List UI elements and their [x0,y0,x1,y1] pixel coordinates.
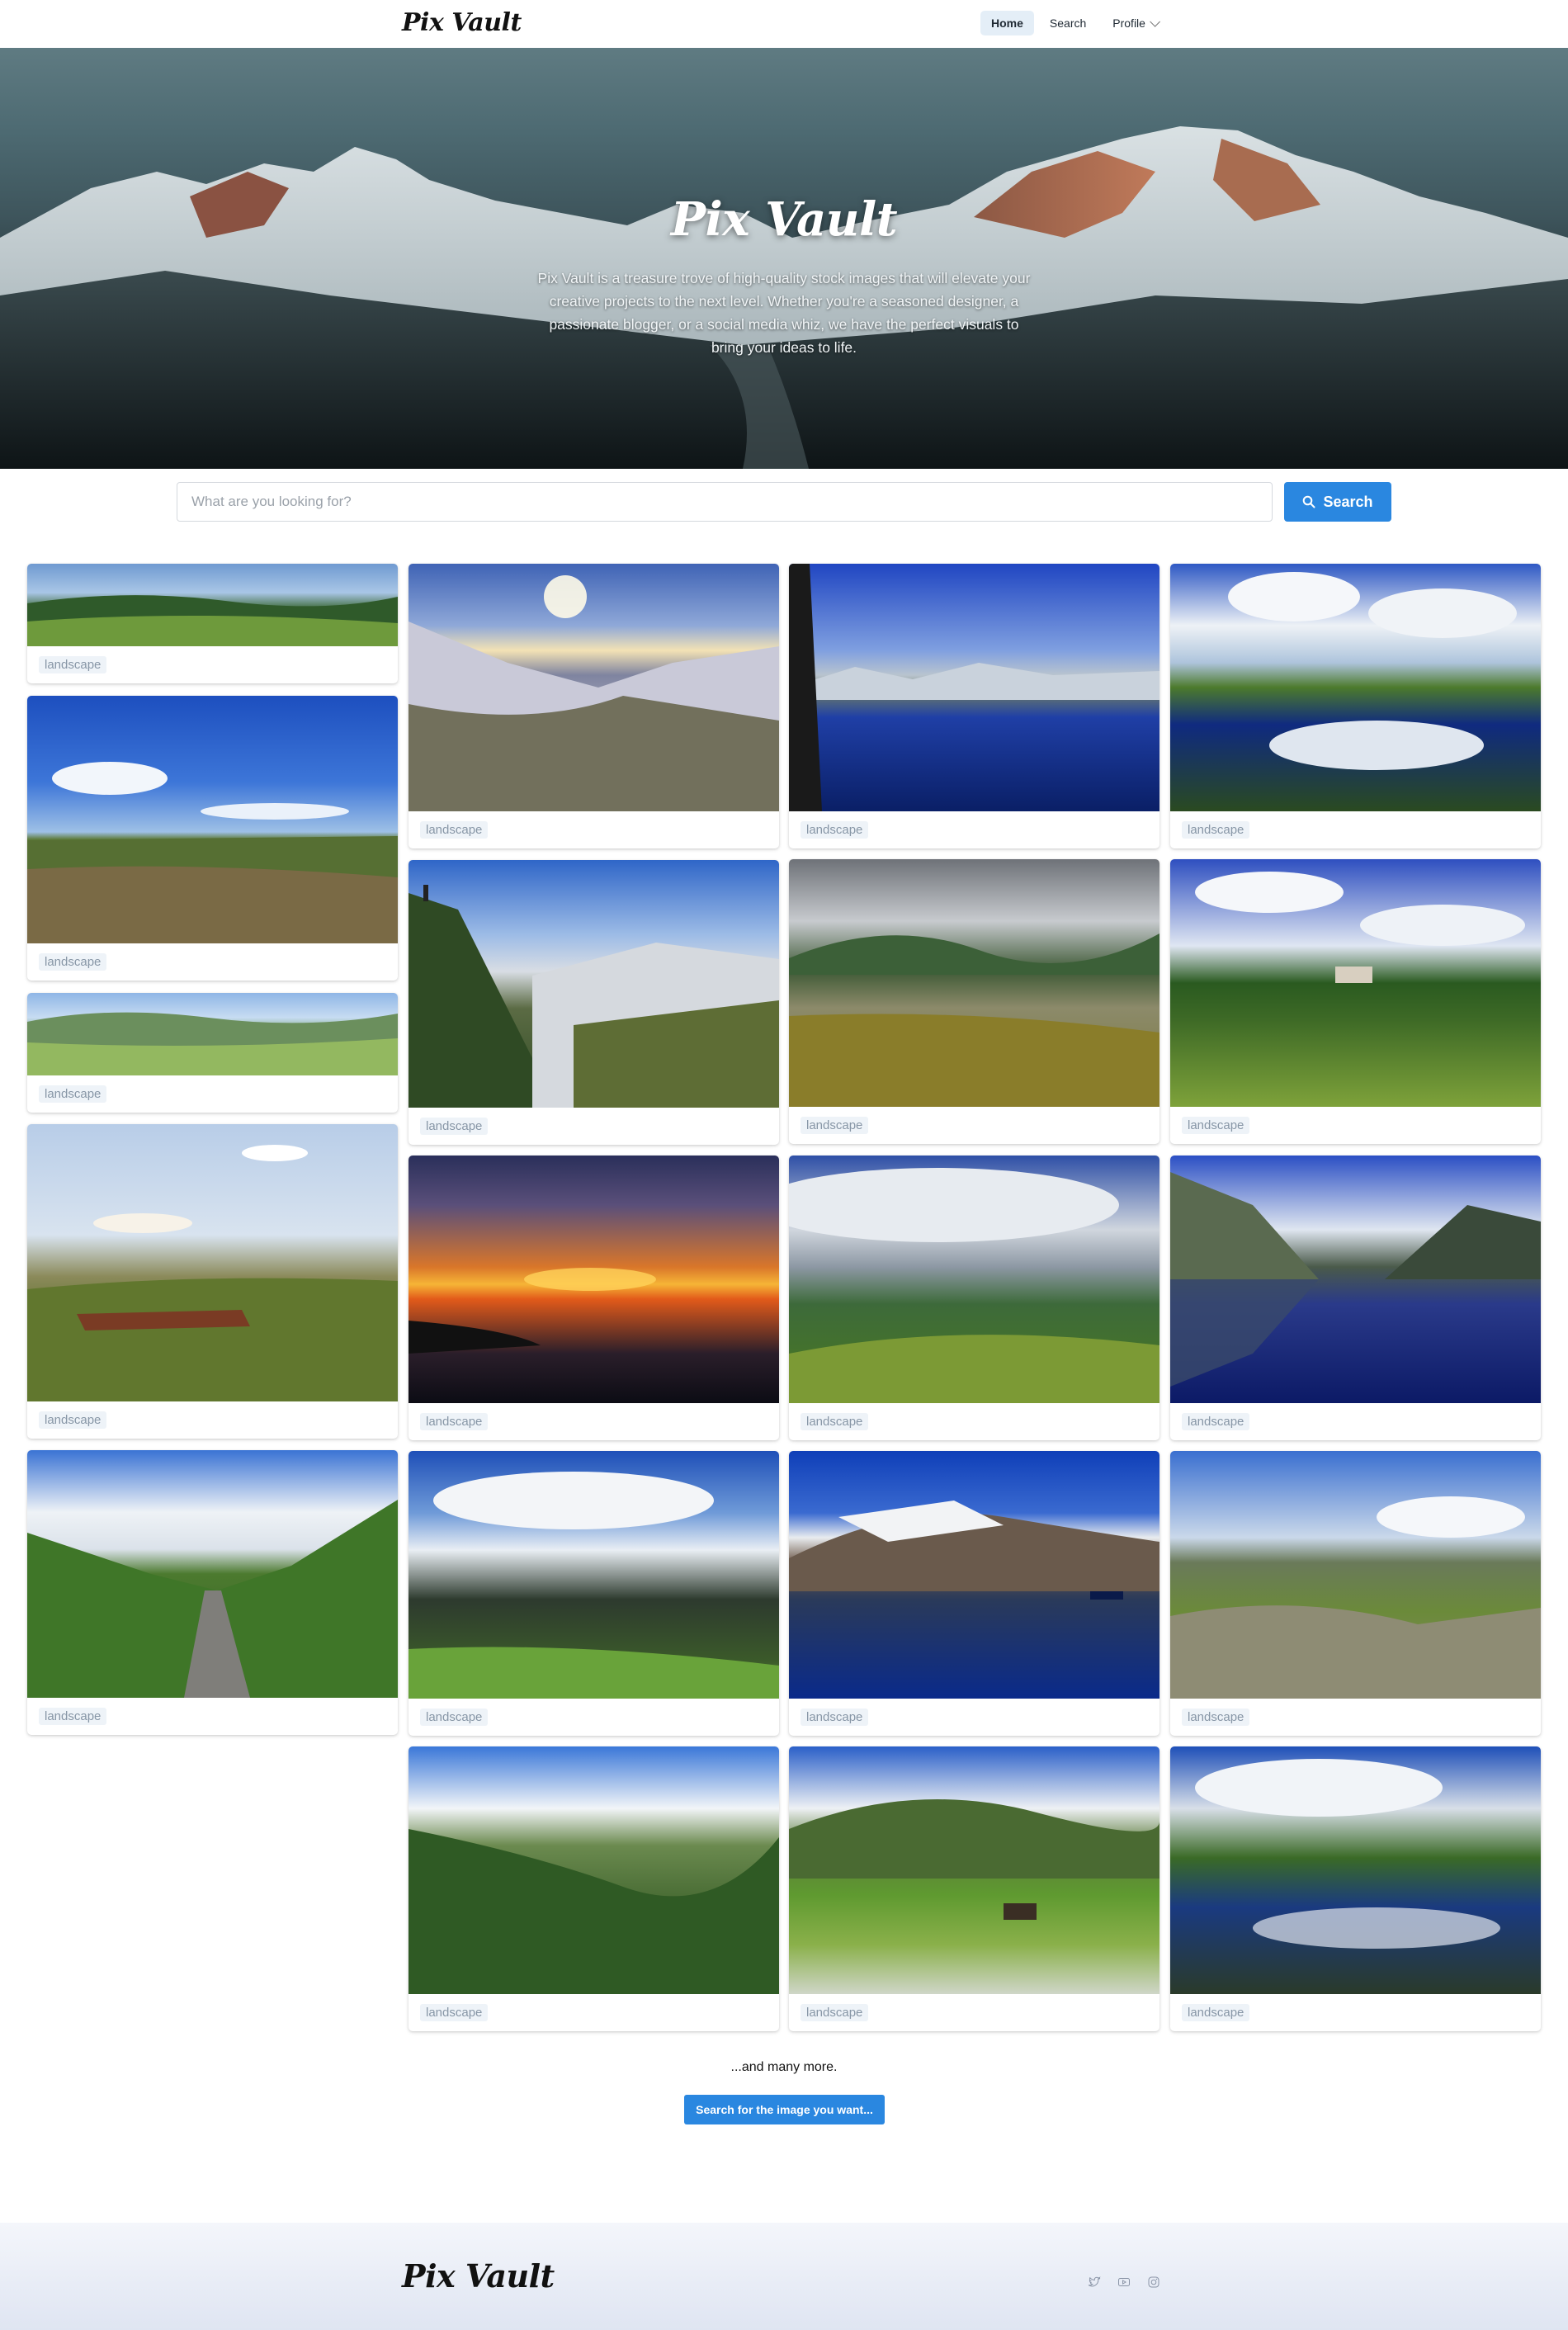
image-thumbnail[interactable] [789,1451,1159,1699]
image-thumbnail[interactable] [409,1451,779,1699]
top-navbar: Pix Vault Home Search Profile [0,0,1568,49]
tag-badge[interactable]: landscape [1182,1117,1250,1134]
tag-badge[interactable]: landscape [39,1411,107,1429]
image-thumbnail[interactable] [27,564,398,646]
image-card[interactable]: landscape [1170,564,1541,848]
tag-badge[interactable]: landscape [801,2004,869,2021]
tag-badge[interactable]: landscape [420,1413,489,1430]
image-card[interactable]: landscape [27,1124,398,1439]
image-card[interactable]: landscape [27,696,398,981]
image-card[interactable]: landscape [789,564,1159,848]
tag-badge[interactable]: landscape [39,1085,107,1103]
hero-description: Pix Vault is a treasure trove of high-qu… [537,270,1031,356]
social-links [1088,2276,1160,2289]
image-thumbnail[interactable] [789,564,1159,811]
image-card[interactable]: landscape [1170,1746,1541,2031]
image-thumbnail[interactable] [409,860,779,1108]
tag-badge[interactable]: landscape [1182,821,1250,839]
footer: Pix Vault [0,2223,1568,2330]
image-card[interactable]: landscape [409,860,779,1145]
image-thumbnail[interactable] [27,1124,398,1401]
nav-profile[interactable]: Profile [1102,11,1168,35]
hero-mountain-image [0,126,1568,469]
image-thumbnail[interactable] [409,1746,779,1994]
hero-title: Pix Vault [670,192,898,247]
tag-badge[interactable]: landscape [1182,1413,1250,1430]
chevron-down-icon [1150,16,1160,27]
site-logo[interactable]: Pix Vault [402,8,522,37]
tag-badge[interactable]: landscape [801,1117,869,1134]
tag-badge[interactable]: landscape [420,1118,489,1135]
twitter-icon[interactable] [1088,2276,1101,2289]
instagram-icon[interactable] [1147,2276,1160,2289]
tag-badge[interactable]: landscape [420,821,489,839]
search-icon [1303,495,1315,508]
main-nav: Home Search Profile [980,11,1168,35]
image-card[interactable]: landscape [409,1746,779,2031]
footer-logo[interactable]: Pix Vault [402,2257,555,2295]
tag-badge[interactable]: landscape [420,1709,489,1726]
image-card[interactable]: landscape [1170,859,1541,1144]
tag-badge[interactable]: landscape [420,2004,489,2021]
image-thumbnail[interactable] [409,564,779,811]
image-card[interactable]: landscape [409,1451,779,1736]
image-thumbnail[interactable] [789,859,1159,1107]
image-card[interactable]: landscape [789,1746,1159,2031]
nav-home[interactable]: Home [980,11,1034,35]
image-card[interactable]: landscape [27,993,398,1113]
image-thumbnail[interactable] [1170,1451,1541,1699]
search-button[interactable]: Search [1284,482,1391,522]
image-thumbnail[interactable] [1170,564,1541,811]
image-card[interactable]: landscape [1170,1156,1541,1440]
youtube-icon[interactable] [1117,2276,1131,2289]
nav-profile-label: Profile [1112,17,1145,30]
search-cta-button[interactable]: Search for the image you want... [684,2095,885,2124]
hero-banner: Pix Vault Pix Vault is a treasure trove … [0,48,1568,469]
tag-badge[interactable]: landscape [801,1413,869,1430]
image-thumbnail[interactable] [27,696,398,943]
image-card[interactable]: landscape [789,859,1159,1144]
image-card[interactable]: landscape [409,564,779,848]
tag-badge[interactable]: landscape [801,1709,869,1726]
tag-badge[interactable]: landscape [1182,1709,1250,1726]
image-card[interactable]: landscape [1170,1451,1541,1736]
image-thumbnail[interactable] [789,1746,1159,1994]
tag-badge[interactable]: landscape [801,821,869,839]
image-thumbnail[interactable] [27,993,398,1075]
tag-badge[interactable]: landscape [1182,2004,1250,2021]
image-thumbnail[interactable] [1170,1156,1541,1403]
image-card[interactable]: landscape [789,1156,1159,1440]
nav-search[interactable]: Search [1039,11,1097,35]
search-button-label: Search [1323,493,1373,510]
image-card[interactable]: landscape [27,1450,398,1735]
tag-badge[interactable]: landscape [39,953,107,971]
image-thumbnail[interactable] [409,1156,779,1403]
image-thumbnail[interactable] [789,1156,1159,1403]
image-card[interactable]: landscape [409,1156,779,1440]
tag-badge[interactable]: landscape [39,1708,107,1725]
image-thumbnail[interactable] [27,1450,398,1698]
tag-badge[interactable]: landscape [39,656,107,673]
image-card[interactable]: landscape [789,1451,1159,1736]
image-thumbnail[interactable] [1170,859,1541,1107]
more-text: ...and many more. [730,2060,838,2074]
image-thumbnail[interactable] [1170,1746,1541,1994]
image-card[interactable]: landscape [27,564,398,683]
search-input[interactable] [177,482,1273,522]
